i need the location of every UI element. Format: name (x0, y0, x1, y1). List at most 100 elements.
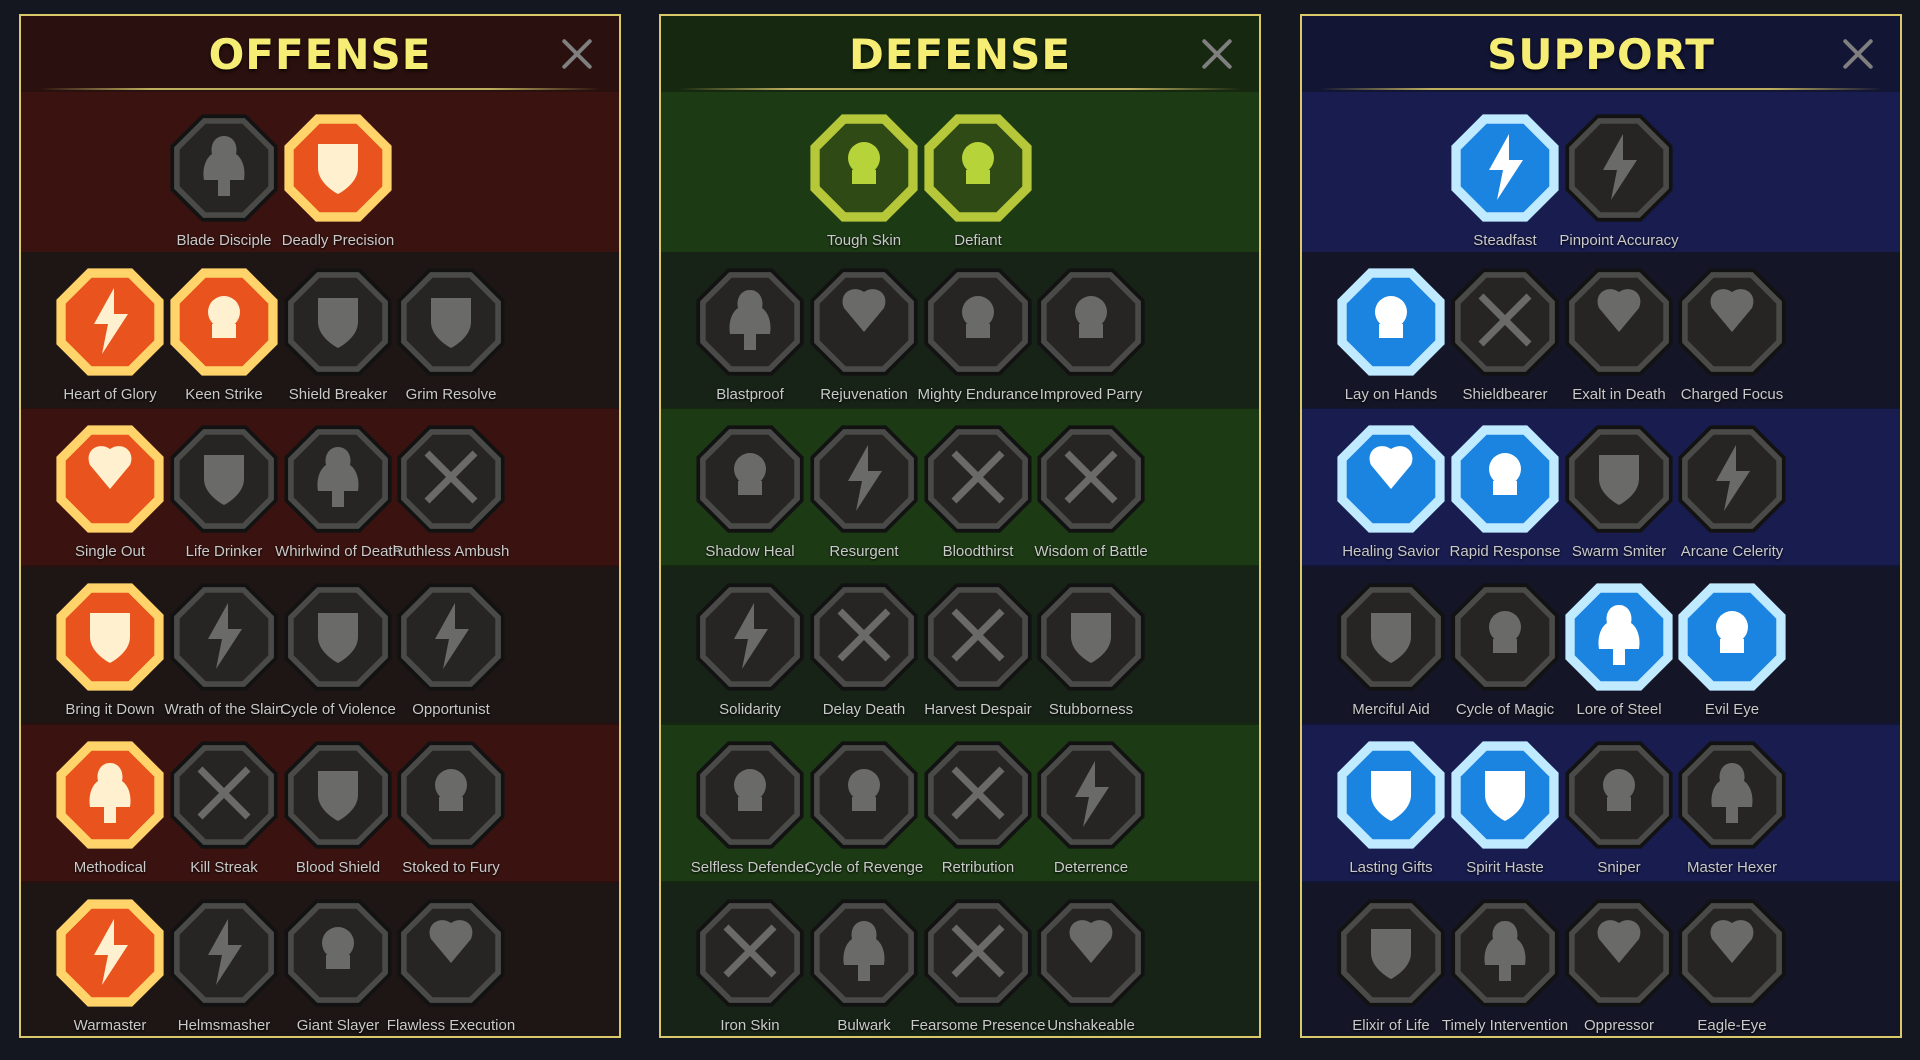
mastery-node[interactable]: Charged Focus (1669, 256, 1795, 412)
potion-flask-icon (1337, 899, 1445, 1007)
mastery-label: Unshakeable (1047, 1017, 1135, 1034)
mastery-node[interactable]: Deterrence (1028, 729, 1154, 885)
crushing-fist-icon (1565, 899, 1673, 1007)
group-icon (696, 583, 804, 691)
mastery-label: Improved Parry (1039, 386, 1143, 403)
mastery-label: Stoked to Fury (402, 859, 500, 876)
close-icon[interactable] (1197, 34, 1237, 74)
title-divider (39, 88, 601, 90)
title-divider (679, 88, 1241, 90)
mastery-node[interactable]: Unshakeable (1028, 887, 1154, 1036)
sword-shield-icon (284, 741, 392, 849)
anatomical-heart-icon (810, 268, 918, 376)
sword-stars-icon (56, 899, 164, 1007)
running-shield-icon (696, 741, 804, 849)
bleeding-heart-sword-icon (56, 583, 164, 691)
armor-plates-icon (810, 114, 918, 222)
hand-blade-icon (397, 425, 505, 533)
mastery-node[interactable]: Improved Parry (1028, 256, 1154, 412)
eye-icon (1565, 741, 1673, 849)
mastery-label: Master Hexer (1686, 859, 1778, 876)
close-icon[interactable] (557, 34, 597, 74)
mastery-label: Flawless Execution (386, 1017, 516, 1034)
giant-icon (284, 899, 392, 1007)
open-book-icon (1565, 583, 1673, 691)
mastery-node[interactable]: Deadly Precision (275, 102, 401, 258)
healer-figure-icon (1337, 425, 1445, 533)
crossed-swords-icon (170, 114, 278, 222)
mastery-board: OFFENSE Blade Disciple Deadly Precision Hea… (0, 0, 1920, 1060)
mastery-label: Pinpoint Accuracy (1559, 232, 1679, 249)
shield-ring-icon (1451, 268, 1559, 376)
mastery-label: Eagle-Eye (1697, 1017, 1767, 1034)
mastery-node[interactable]: Wisdom of Battle (1028, 413, 1154, 569)
mastery-label: Wisdom of Battle (1034, 543, 1148, 560)
title-divider (1320, 88, 1882, 90)
swirl-target-icon (1565, 114, 1673, 222)
knight-shield-icon (810, 425, 918, 533)
helmet-icon (170, 899, 278, 1007)
shadow-figure-icon (696, 425, 804, 533)
offense-panel: OFFENSE Blade Disciple Deadly Precision Hea… (19, 14, 621, 1038)
mastery-label: Arcane Celerity (1680, 543, 1784, 560)
mastery-node[interactable]: Bulwark (801, 887, 927, 1036)
defense-panel: DEFENSE Tough Skin Defiant Blastproof Rejuve… (659, 14, 1261, 1038)
hourglass-icon (810, 583, 918, 691)
winged-shield-icon (810, 899, 918, 1007)
crowned-face-icon (696, 899, 804, 1007)
axe-cycle-icon (284, 583, 392, 691)
eagle-icon (1678, 899, 1786, 1007)
mastery-node[interactable]: Eagle-Eye (1669, 887, 1795, 1036)
skull-whirl-icon (284, 425, 392, 533)
mastery-node[interactable]: Arcane Celerity (1669, 413, 1795, 569)
mastery-node[interactable]: Pinpoint Accuracy (1556, 102, 1682, 258)
arrows-hit-icon (56, 741, 164, 849)
skull-heart-icon (924, 425, 1032, 533)
hooded-sage-icon (1037, 425, 1145, 533)
mastery-node[interactable]: Grim Resolve (388, 256, 514, 412)
fist-blade-icon (170, 583, 278, 691)
drops-cycle-icon (810, 741, 918, 849)
mastery-label: Charged Focus (1680, 386, 1784, 403)
mastery-node[interactable]: Stubborness (1028, 571, 1154, 727)
chains-lightning-icon (397, 583, 505, 691)
chest-plate-icon (696, 268, 804, 376)
mastery-label: Opportunist (412, 701, 490, 718)
raised-fist-icon (924, 114, 1032, 222)
voodoo-doll-icon (1678, 741, 1786, 849)
mastery-node[interactable]: Stoked to Fury (388, 729, 514, 885)
mastery-node[interactable]: Evil Eye (1669, 571, 1795, 727)
close-icon[interactable] (1838, 34, 1878, 74)
support-panel: SUPPORT Steadfast Pinpoint Accuracy Lay on … (1300, 14, 1902, 1038)
mastery-node[interactable]: Giant Slayer (275, 887, 401, 1036)
panel-title: DEFENSE (848, 30, 1072, 79)
fangs-icon (170, 425, 278, 533)
spiked-skull-icon (924, 741, 1032, 849)
chained-heart-icon (1337, 583, 1445, 691)
panel-title: OFFENSE (208, 30, 432, 79)
mastery-node[interactable]: Oppressor (1556, 887, 1682, 1036)
mastery-node[interactable]: Helmsmasher (161, 887, 287, 1036)
mastery-node[interactable]: Elixir of Life (1328, 887, 1454, 1036)
mastery-node[interactable]: Timely Intervention (1442, 887, 1568, 1036)
praying-hands-icon (1337, 268, 1445, 376)
mastery-node[interactable]: Iron Skin (687, 887, 813, 1036)
mastery-label: Deadly Precision (281, 232, 395, 249)
crossed-blades-icon (1037, 268, 1145, 376)
mastery-node[interactable]: Defiant (915, 102, 1041, 258)
dagger-strike-icon (284, 114, 392, 222)
mastery-node[interactable]: Master Hexer (1669, 729, 1795, 885)
winged-boot-icon (1451, 741, 1559, 849)
panel-title: SUPPORT (1487, 30, 1715, 79)
mastery-node[interactable]: Warmaster (47, 887, 173, 1036)
dark-heart-icon (397, 268, 505, 376)
deflect-hand-icon (1037, 741, 1145, 849)
armored-warrior-icon (924, 268, 1032, 376)
arrows-target-icon (56, 425, 164, 533)
compass-star-icon (1337, 741, 1445, 849)
horned-heart-icon (56, 268, 164, 376)
mastery-node[interactable]: Ruthless Ambush (388, 413, 514, 569)
mastery-node[interactable]: Fearsome Presence (910, 887, 1046, 1036)
mastery-node[interactable]: Flawless Execution (387, 887, 515, 1036)
mastery-node[interactable]: Opportunist (388, 571, 514, 727)
